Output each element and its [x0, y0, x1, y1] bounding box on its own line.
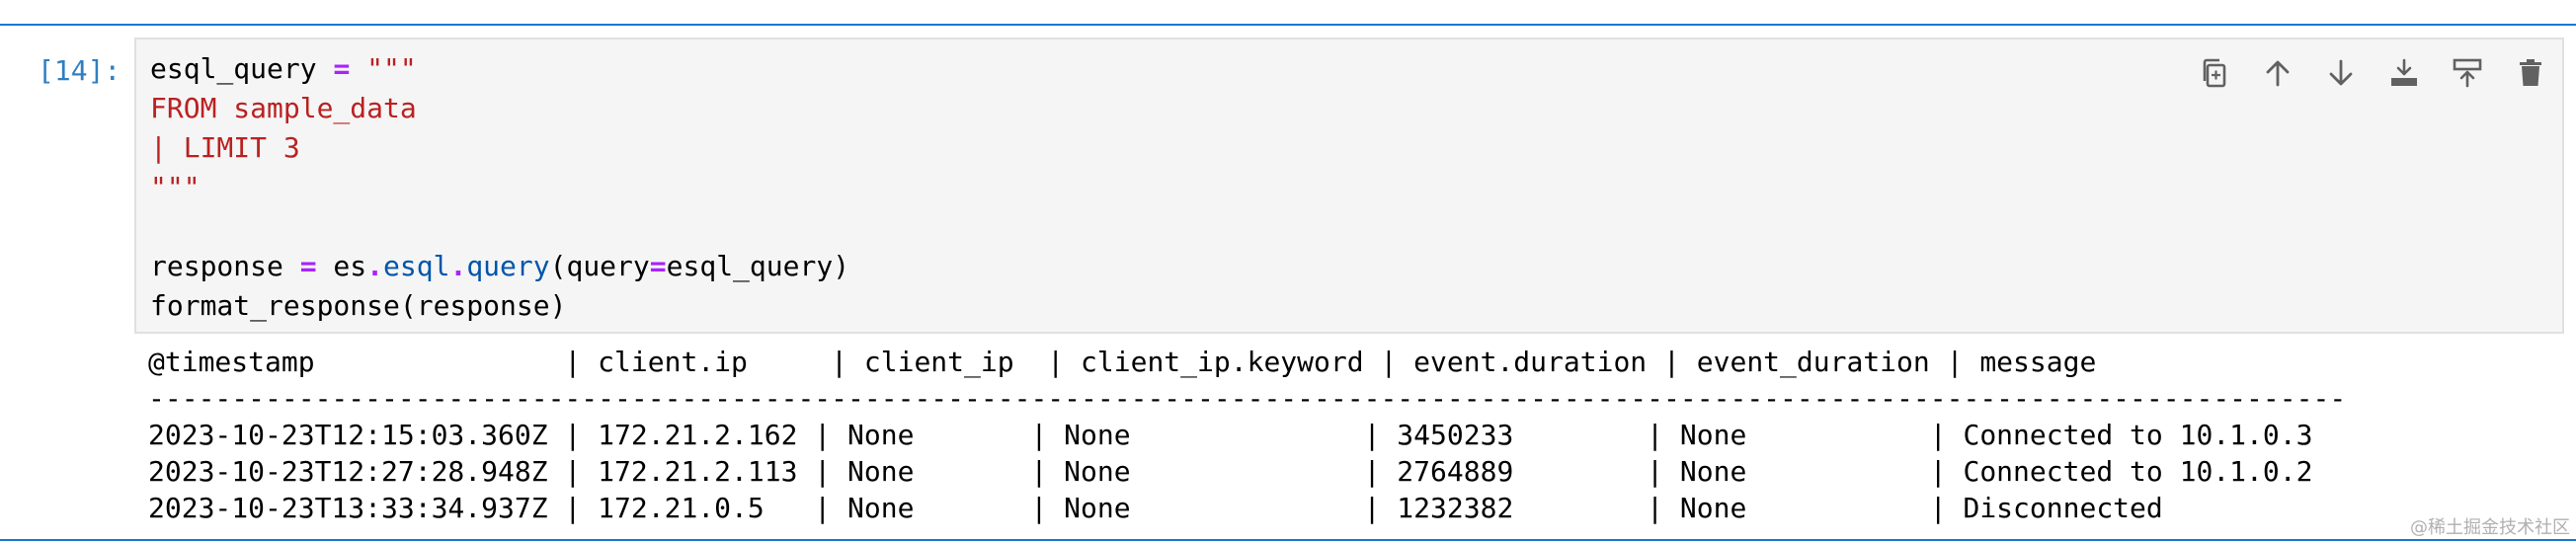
execution-count-prompt: [14]: [38, 54, 121, 87]
code-token: es [316, 250, 367, 282]
move-down-button[interactable] [2309, 47, 2373, 103]
code-token: esql_query [150, 52, 334, 85]
code-cell-editor[interactable]: esql_query = """ FROM sample_data | LIMIT … [134, 38, 2564, 334]
code-line: """ [150, 168, 849, 207]
code-token: esql_query) [666, 250, 850, 282]
code-line: format_response(response) [150, 286, 849, 326]
active-cell-top-border [0, 24, 2576, 26]
trash-icon [2513, 55, 2548, 95]
code-line: FROM sample_data [150, 89, 849, 128]
delete-cell-button[interactable] [2499, 47, 2562, 103]
code-token: """ [350, 52, 417, 85]
notebook-page: [14]: esql_query = """ FROM sample_data | … [0, 0, 2576, 543]
code-token: format_response(response) [150, 289, 567, 322]
output-table-row: 2023-10-23T12:27:28.948Z | 172.21.2.113 … [148, 455, 2313, 488]
cell-output: @timestamp | client.ip | client_ip | cli… [148, 344, 2346, 526]
code-token: . [449, 250, 467, 282]
code-line: | LIMIT 3 [150, 128, 849, 168]
code-token: = [333, 52, 351, 85]
copy-cell-button[interactable] [2183, 47, 2246, 103]
code-token: FROM sample_data [150, 92, 417, 124]
code-token: esql [383, 250, 450, 282]
insert-below-button[interactable] [2373, 47, 2436, 103]
code-token: = [299, 250, 317, 282]
code-token: query [466, 250, 550, 282]
arrow-up-icon [2260, 55, 2295, 95]
copy-icon [2197, 55, 2232, 95]
code-token: (query [549, 250, 650, 282]
code-token: . [366, 250, 384, 282]
arrow-down-icon [2323, 55, 2359, 95]
code-editor-content[interactable]: esql_query = """ FROM sample_data | LIMIT … [150, 49, 849, 326]
output-table-separator: ----------------------------------------… [148, 382, 2347, 415]
code-line: esql_query = """ [150, 49, 849, 89]
cell-toolbar [2183, 47, 2562, 103]
insert-above-button[interactable] [2436, 47, 2499, 103]
output-table-row: 2023-10-23T12:15:03.360Z | 172.21.2.162 … [148, 419, 2313, 451]
insert-above-icon [2450, 55, 2485, 95]
code-line: response = es.esql.query(query=esql_quer… [150, 247, 849, 286]
watermark: @稀土掘金技术社区 [2410, 517, 2570, 538]
code-token: | LIMIT 3 [150, 131, 300, 164]
insert-below-icon [2386, 55, 2422, 95]
output-table-header: @timestamp | client.ip | client_ip | cli… [148, 346, 2097, 378]
code-token: """ [150, 171, 201, 203]
active-cell-bottom-border [0, 539, 2576, 541]
move-up-button[interactable] [2246, 47, 2309, 103]
code-token: = [649, 250, 667, 282]
code-token: response [150, 250, 300, 282]
output-table-row: 2023-10-23T13:33:34.937Z | 172.21.0.5 | … [148, 492, 2163, 524]
